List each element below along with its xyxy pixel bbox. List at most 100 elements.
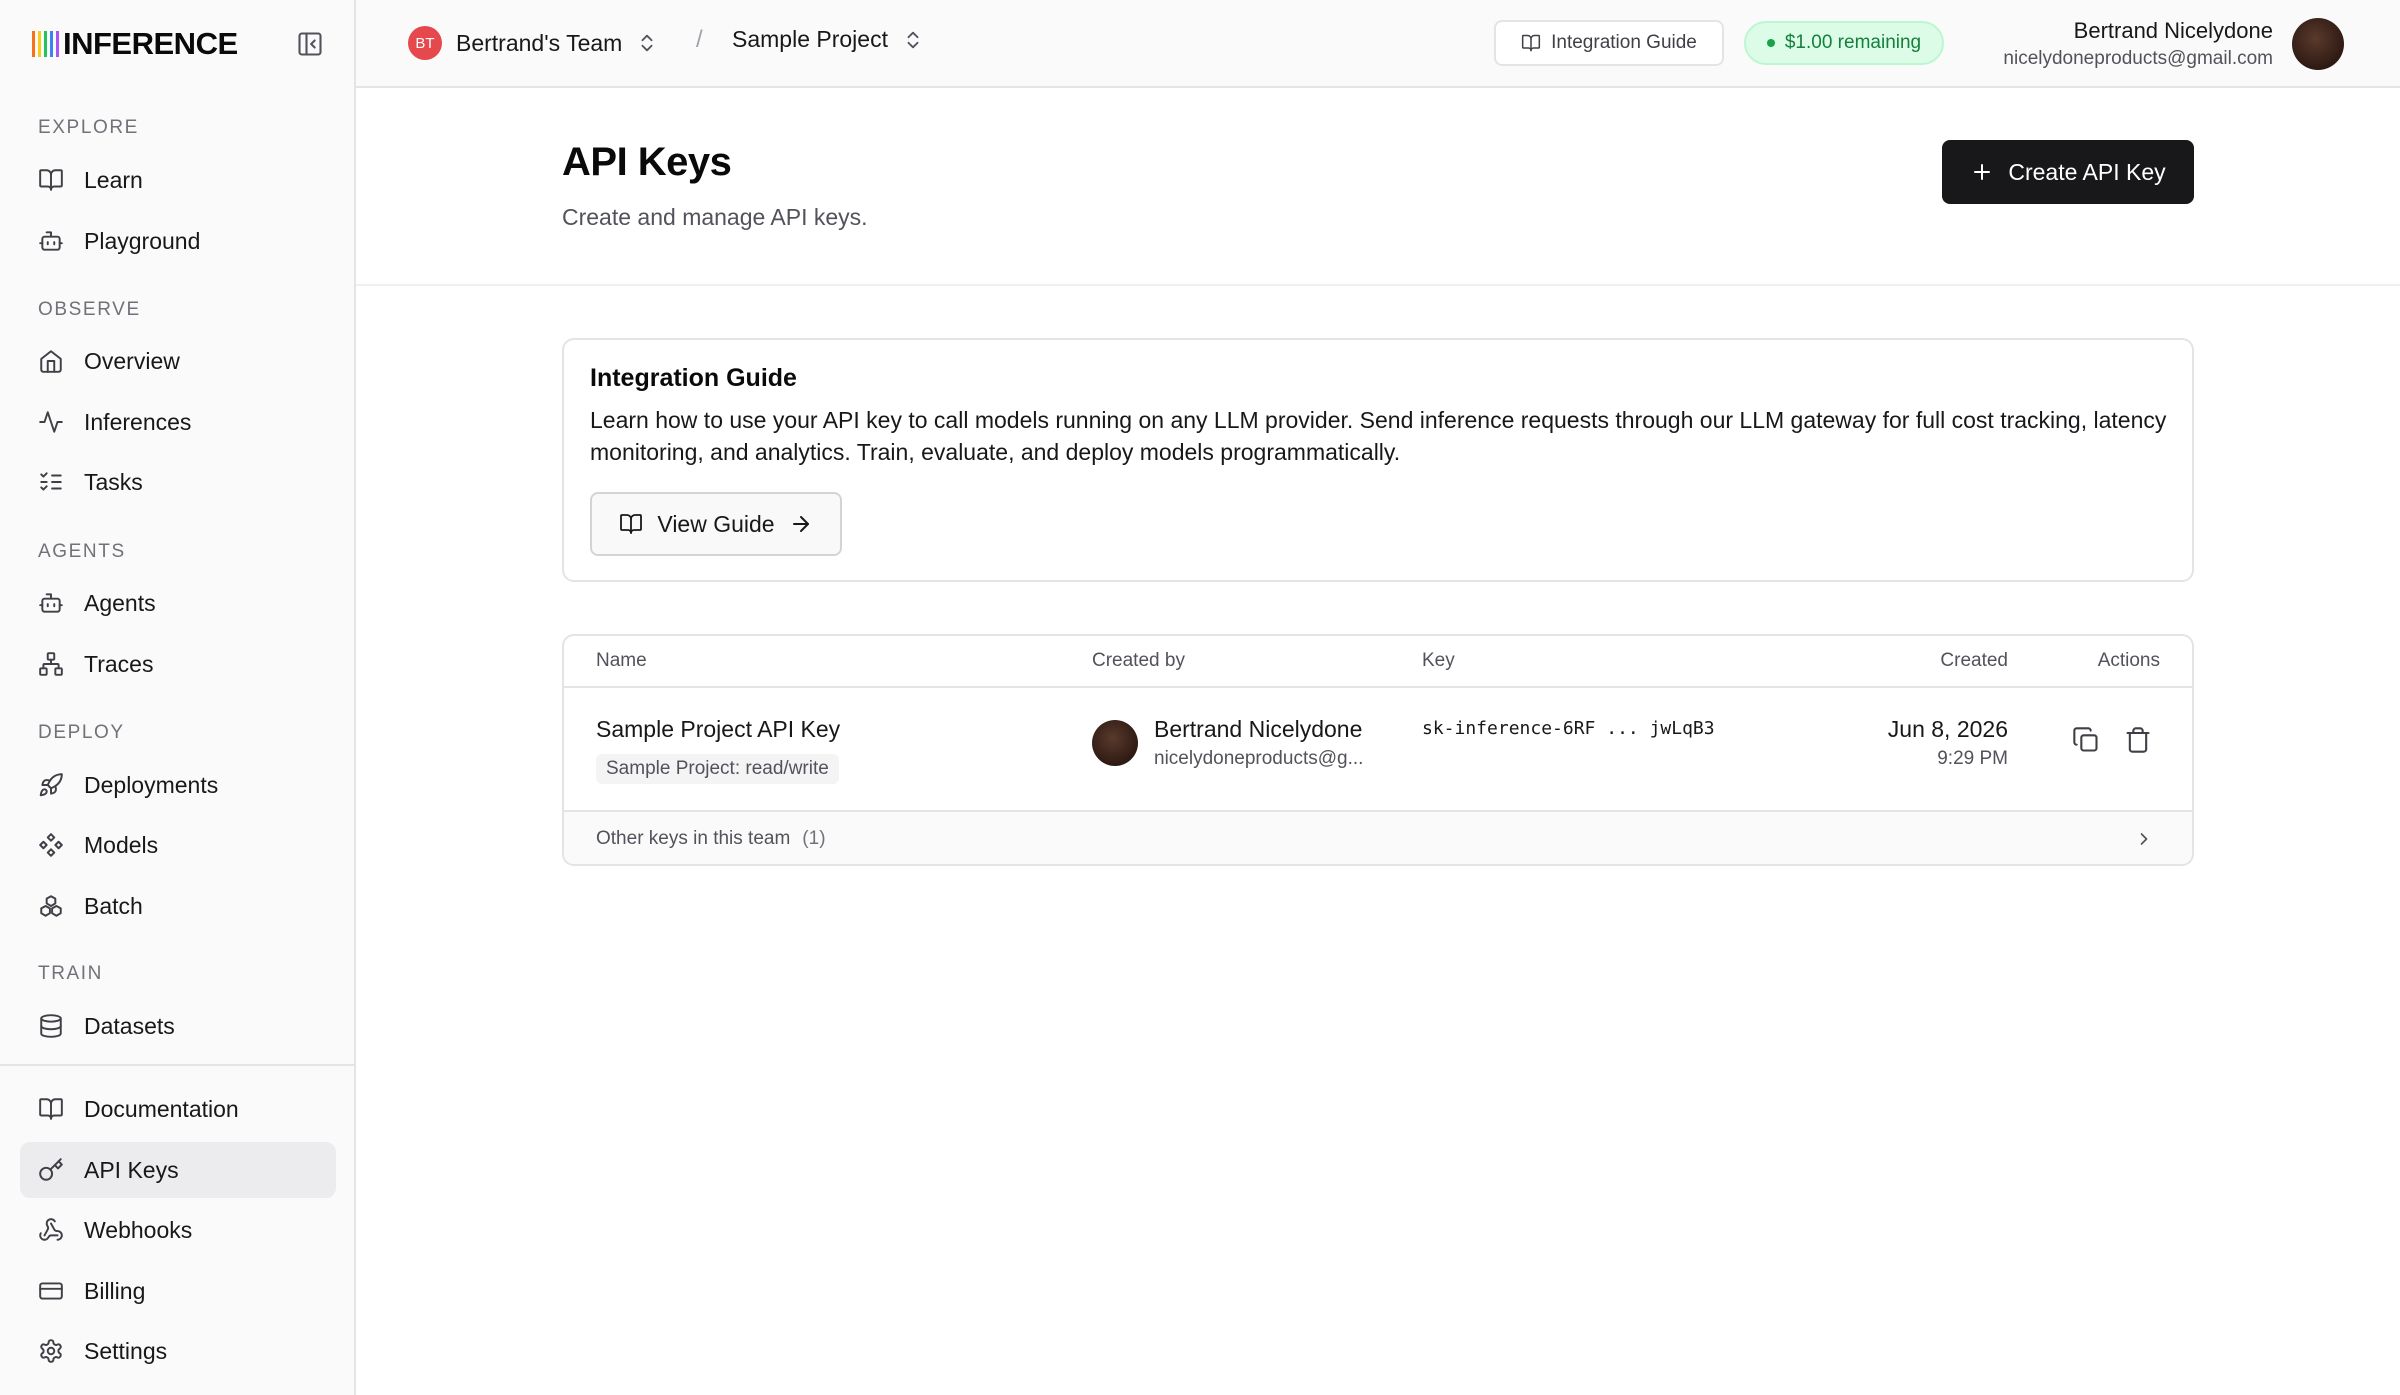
view-guide-label: View Guide: [657, 510, 775, 537]
table-row[interactable]: Sample Project API Key Sample Project: r…: [564, 688, 2192, 812]
sidebar-item-label: Datasets: [84, 1012, 175, 1039]
sidebar-item-billing[interactable]: Billing: [20, 1263, 336, 1319]
copy-icon[interactable]: [2072, 726, 2100, 754]
book-icon: [38, 167, 64, 193]
sidebar-item-label: Batch: [84, 892, 143, 919]
other-keys-row[interactable]: Other keys in this team (1): [564, 812, 2192, 864]
logo-row: INFERENCE: [32, 26, 324, 62]
key-name: Sample Project API Key: [596, 716, 841, 742]
settings-icon: [38, 1338, 64, 1364]
brand-name: INFERENCE: [63, 26, 238, 61]
arrow-right-icon: [789, 512, 813, 536]
create-api-key-button[interactable]: Create API Key: [1942, 140, 2194, 204]
sidebar-item-inferences[interactable]: Inferences: [20, 394, 336, 450]
sidebar-item-datasets[interactable]: Datasets: [20, 998, 336, 1054]
book-icon: [38, 1096, 64, 1122]
logo-bars: [32, 31, 59, 57]
nav-section-deploy: DEPLOY: [38, 722, 125, 743]
creator-name: Bertrand Nicelydone: [1154, 716, 1363, 742]
column-header-name: Name: [596, 650, 647, 671]
project-switcher[interactable]: Sample Project: [732, 26, 924, 53]
sidebar-item-label: API Keys: [84, 1156, 179, 1183]
sidebar: INFERENCE EXPLORE Learn Playground OBSER…: [0, 0, 356, 1395]
column-header-created: Created: [1940, 650, 2008, 671]
sidebar-item-agents[interactable]: Agents: [20, 575, 336, 631]
page-subtitle: Create and manage API keys.: [562, 204, 868, 230]
chevrons-up-down-icon: [636, 32, 658, 54]
credit-text: $1.00 remaining: [1784, 32, 1922, 53]
boxes-icon: [38, 893, 64, 919]
sidebar-item-playground[interactable]: Playground: [20, 213, 336, 269]
sidebar-item-label: Deployments: [84, 771, 219, 798]
sidebar-item-label: Traces: [84, 650, 154, 677]
avatar: [1092, 720, 1138, 766]
team-switcher[interactable]: BT Bertrand's Team: [408, 26, 658, 60]
column-header-created-by: Created by: [1092, 650, 1185, 671]
team-name: Bertrand's Team: [456, 29, 623, 56]
sidebar-item-webhooks[interactable]: Webhooks: [20, 1202, 336, 1258]
list-checks-icon: [38, 469, 64, 495]
sidebar-toggle-icon[interactable]: [296, 30, 324, 58]
chevrons-up-down-icon: [902, 29, 924, 51]
create-api-key-label: Create API Key: [2008, 158, 2166, 185]
chevron-right-icon: [2134, 829, 2154, 849]
brand-logo[interactable]: INFERENCE: [32, 26, 238, 62]
sidebar-item-models[interactable]: Models: [20, 817, 336, 873]
other-keys-count: (1): [802, 828, 826, 849]
sidebar-item-deployments[interactable]: Deployments: [20, 757, 336, 813]
avatar[interactable]: [2292, 18, 2344, 70]
masked-key: sk-inference-6RF ... jwLqB3: [1422, 718, 1715, 739]
sidebar-item-label: Inferences: [84, 408, 192, 435]
other-keys-label: Other keys in this team: [596, 828, 791, 849]
sidebar-item-label: Playground: [84, 227, 201, 254]
sidebar-item-label: Settings: [84, 1337, 168, 1364]
sidebar-item-label: Documentation: [84, 1095, 239, 1122]
network-icon: [38, 651, 64, 677]
key-icon: [38, 1157, 64, 1183]
page-title: API Keys: [562, 140, 732, 184]
webhook-icon: [38, 1217, 64, 1243]
project-name: Sample Project: [732, 26, 888, 52]
credit-card-icon: [38, 1278, 64, 1304]
trash-icon[interactable]: [2124, 726, 2152, 754]
sidebar-item-label: Models: [84, 831, 159, 858]
api-keys-table: Name Created by Key Created Actions Samp…: [562, 634, 2194, 866]
sidebar-item-batch[interactable]: Batch: [20, 878, 336, 934]
status-dot: [1766, 39, 1775, 47]
sidebar-item-api-keys[interactable]: API Keys: [20, 1142, 336, 1198]
workflow-icon: [38, 832, 64, 858]
sidebar-item-tasks[interactable]: Tasks: [20, 454, 336, 510]
sidebar-item-learn[interactable]: Learn: [20, 152, 336, 208]
integration-guide-label: Integration Guide: [1551, 32, 1697, 53]
integration-guide-button[interactable]: Integration Guide: [1494, 20, 1724, 66]
book-icon: [619, 512, 643, 536]
top-bar: BT Bertrand's Team / Sample Project Inte…: [356, 0, 2400, 88]
sidebar-item-documentation[interactable]: Documentation: [20, 1081, 336, 1137]
nav-section-observe: OBSERVE: [38, 299, 141, 320]
user-info: Bertrand Nicelydone nicelydoneproducts@g…: [2003, 18, 2273, 70]
rocket-icon: [38, 772, 64, 798]
view-guide-button[interactable]: View Guide: [590, 492, 842, 556]
sidebar-item-settings[interactable]: Settings: [20, 1323, 336, 1379]
team-avatar: BT: [408, 26, 442, 60]
bot-icon: [38, 590, 64, 616]
nav-section-train: TRAIN: [38, 963, 103, 984]
sidebar-item-label: Webhooks: [84, 1216, 193, 1243]
sidebar-item-traces[interactable]: Traces: [20, 636, 336, 692]
created-time: 9:29 PM: [1937, 748, 2008, 769]
page-header: API Keys Create and manage API keys. Cre…: [356, 88, 2400, 286]
sidebar-item-label: Overview: [84, 347, 180, 374]
creator-email: nicelydoneproducts@g...: [1154, 748, 1364, 769]
sidebar-item-label: Tasks: [84, 468, 143, 495]
sidebar-item-label: Billing: [84, 1277, 146, 1304]
credit-badge[interactable]: $1.00 remaining: [1744, 21, 1944, 65]
user-email: nicelydoneproducts@gmail.com: [2003, 48, 2273, 69]
scope-badge: Sample Project: read/write: [596, 754, 839, 784]
user-name: Bertrand Nicelydone: [2073, 18, 2273, 43]
column-header-key: Key: [1422, 650, 1455, 671]
sidebar-item-label: Learn: [84, 166, 143, 193]
sidebar-item-overview[interactable]: Overview: [20, 333, 336, 389]
nav-section-agents: AGENTS: [38, 541, 126, 562]
bot-icon: [38, 228, 64, 254]
database-icon: [38, 1013, 64, 1039]
